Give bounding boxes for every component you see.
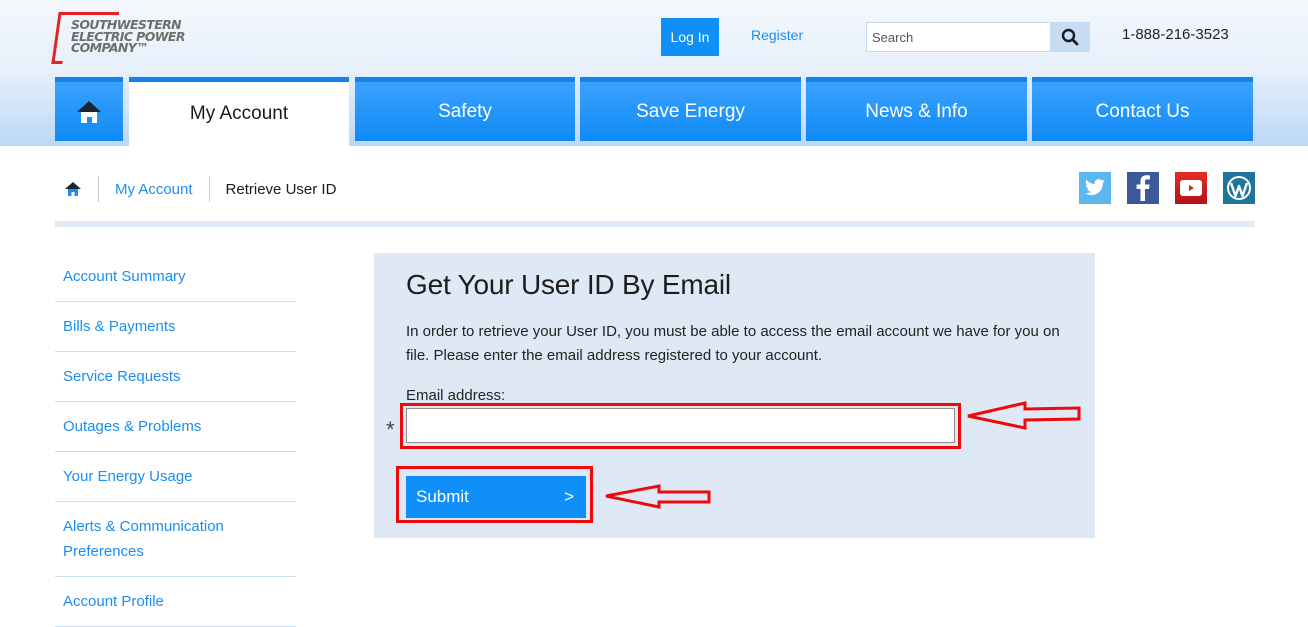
submit-label: Submit	[416, 487, 469, 506]
breadcrumb-current: Retrieve User ID	[225, 180, 337, 198]
youtube-link[interactable]	[1175, 172, 1207, 204]
facebook-icon	[1136, 175, 1150, 201]
twitter-icon	[1085, 179, 1105, 196]
site-header: SOUTHWESTERN ELECTRIC POWER COMPANY™ Log…	[0, 0, 1308, 146]
phone-number: 1-888-216-3523	[1122, 26, 1229, 43]
sidebar-item-account-summary[interactable]: Account Summary	[55, 252, 296, 302]
search-button[interactable]	[1050, 22, 1090, 52]
sidebar-item-service-requests[interactable]: Service Requests	[55, 352, 296, 402]
logo-line-3: COMPANY™	[71, 40, 149, 55]
email-label: Email address:	[406, 387, 506, 404]
search-icon	[1061, 28, 1079, 46]
search-input[interactable]	[866, 22, 1050, 52]
login-button[interactable]: Log In	[661, 18, 719, 56]
chevron-right-icon: >	[564, 487, 574, 506]
instructions-text: In order to retrieve your User ID, you m…	[406, 323, 1060, 364]
logo-bracket-top	[63, 12, 119, 15]
youtube-icon	[1180, 180, 1202, 196]
breadcrumb: My Account Retrieve User ID	[55, 174, 344, 204]
nav-save-energy[interactable]: Save Energy	[580, 77, 801, 141]
wordpress-icon	[1227, 176, 1251, 200]
sidebar-item-outages-problems[interactable]: Outages & Problems	[55, 402, 296, 452]
submit-button[interactable]: Submit >	[406, 476, 586, 518]
sidebar-item-alerts-preferences[interactable]: Alerts & Communication Preferences	[55, 502, 296, 577]
sidebar-item-account-profile[interactable]: Account Profile	[55, 577, 296, 627]
company-logo[interactable]: SOUTHWESTERN ELECTRIC POWER COMPANY™	[51, 12, 215, 64]
email-field[interactable]	[406, 408, 955, 443]
sidebar-item-energy-usage[interactable]: Your Energy Usage	[55, 452, 296, 502]
nav-my-account[interactable]: My Account	[129, 77, 349, 146]
account-sidebar: Account Summary Bills & Payments Service…	[55, 252, 296, 627]
retrieve-user-id-panel: Get Your User ID By Email In order to re…	[374, 253, 1095, 538]
home-icon	[65, 182, 81, 196]
logo-bracket	[51, 12, 70, 64]
nav-news-info[interactable]: News & Info	[806, 77, 1027, 141]
logo-text: SOUTHWESTERN ELECTRIC POWER COMPANY™	[71, 19, 185, 54]
wordpress-link[interactable]	[1223, 172, 1255, 204]
breadcrumb-my-account[interactable]: My Account	[107, 181, 201, 198]
facebook-link[interactable]	[1127, 172, 1159, 204]
breadcrumb-home[interactable]	[56, 174, 90, 204]
register-link[interactable]: Register	[751, 27, 803, 43]
required-indicator: *	[386, 417, 395, 442]
twitter-link[interactable]	[1079, 172, 1111, 204]
search-box	[866, 22, 1090, 52]
content-divider	[55, 221, 1255, 227]
sidebar-item-bills-payments[interactable]: Bills & Payments	[55, 302, 296, 352]
breadcrumb-separator	[98, 176, 99, 202]
nav-contact-us[interactable]: Contact Us	[1032, 77, 1253, 141]
nav-home[interactable]	[55, 77, 123, 141]
home-icon	[77, 100, 101, 123]
page-title: Get Your User ID By Email	[406, 269, 731, 300]
nav-safety[interactable]: Safety	[355, 77, 575, 141]
breadcrumb-separator	[208, 176, 210, 202]
